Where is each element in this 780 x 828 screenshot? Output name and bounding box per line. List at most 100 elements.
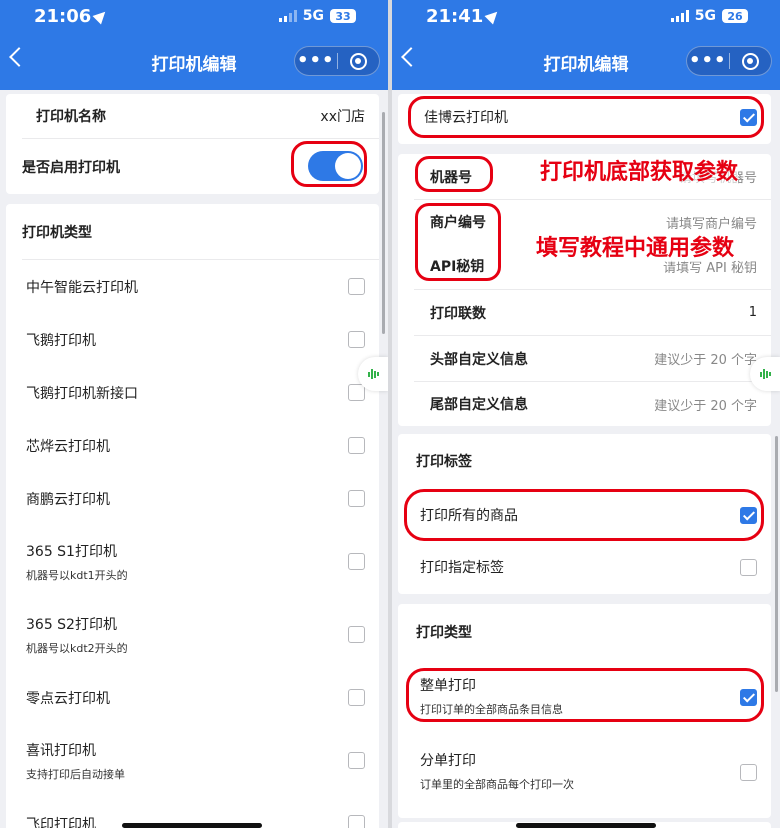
printer-type-checkbox[interactable] xyxy=(348,489,365,507)
copies-row[interactable]: 打印联数 1 xyxy=(398,290,771,335)
copies-value[interactable]: 1 xyxy=(749,305,757,320)
split-print-checkbox[interactable] xyxy=(740,764,757,781)
close-miniprogram-button[interactable] xyxy=(338,52,380,70)
printer-name-row[interactable]: 打印机名称 xx门店 xyxy=(6,94,379,138)
printer-type-desc: 机器号以kdt1开头的 xyxy=(26,568,128,582)
scrollbar[interactable] xyxy=(382,112,385,334)
printer-type-item[interactable]: 365 S2打印机 机器号以kdt2开头的 xyxy=(6,598,379,671)
nav-header: 21:41 5G 26 打印机编辑 ••• xyxy=(392,0,780,90)
footer-info-label: 尾部自定义信息 xyxy=(430,397,528,413)
footer-info-row[interactable]: 尾部自定义信息 建议少于 20 个字 xyxy=(398,382,771,426)
voice-assistant-button[interactable] xyxy=(358,357,388,391)
printer-type-label: 365 S2打印机 xyxy=(26,616,117,633)
battery-icon: 33 xyxy=(330,9,356,23)
printer-type-item[interactable]: 喜讯打印机支持打印后自动接单 xyxy=(6,724,379,797)
network-label: 5G xyxy=(694,8,716,24)
annotation-highlight-machine-no xyxy=(415,156,493,192)
section-title: 打印类型 xyxy=(416,625,472,641)
split-print-desc: 订单里的全部商品每个打印一次 xyxy=(420,778,574,791)
mini-program-capsule: ••• xyxy=(294,46,380,76)
sound-wave-icon xyxy=(367,369,379,379)
printer-type-checkbox[interactable] xyxy=(348,552,365,570)
printer-type-item[interactable]: 中午智能云打印机 xyxy=(6,260,379,313)
more-icon[interactable]: ••• xyxy=(687,47,729,75)
section-title: 打印标签 xyxy=(416,454,472,470)
print-specified-tags-checkbox[interactable] xyxy=(740,559,757,576)
copies-label: 打印联数 xyxy=(430,305,486,322)
printer-type-item[interactable]: 飞鹅打印机 xyxy=(6,313,379,366)
time-text: 21:06 xyxy=(34,6,92,27)
printer-type-label: 飞鹅打印机新接口 xyxy=(26,385,138,402)
print-specified-tags-label: 打印指定标签 xyxy=(420,560,504,576)
annotation-highlight-printer xyxy=(408,96,764,138)
printer-type-item[interactable]: 零点云打印机 xyxy=(6,671,379,724)
printer-type-checkbox[interactable] xyxy=(348,330,365,348)
printer-type-label: 商鹏云打印机 xyxy=(26,491,110,508)
annotation-highlight-toggle xyxy=(291,141,367,187)
print-type-title: 打印类型 xyxy=(398,604,771,660)
printer-type-checkbox[interactable] xyxy=(348,751,365,769)
voice-assistant-button[interactable] xyxy=(750,357,780,391)
right-screen: 21:41 5G 26 打印机编辑 ••• 佳博云打印机 机器号 请填写机器号 … xyxy=(392,0,780,828)
annotation-highlight-whole-print xyxy=(406,668,764,722)
mini-program-capsule: ••• xyxy=(686,46,772,76)
target-icon xyxy=(741,52,759,70)
annotation-tutorial-params: 填写教程中通用参数 xyxy=(536,230,735,262)
scrollbar[interactable] xyxy=(775,436,778,692)
printer-type-desc: 机器号以kdt2开头的 xyxy=(26,641,128,655)
location-arrow-icon xyxy=(92,7,110,25)
printer-type-title: 打印机类型 xyxy=(6,204,379,259)
printer-name-value: xx门店 xyxy=(320,109,365,125)
close-miniprogram-button[interactable] xyxy=(730,52,772,70)
printer-type-checkbox[interactable] xyxy=(348,625,365,643)
location-arrow-icon xyxy=(484,7,502,25)
printer-type-label: 中午智能云打印机 xyxy=(26,279,138,296)
header-info-label: 头部自定义信息 xyxy=(430,351,528,368)
printer-type-card: 打印机类型 中午智能云打印机飞鹅打印机飞鹅打印机新接口 芯烨云打印机 商鹏云打印机 3… xyxy=(6,204,379,828)
printer-type-label: 365 S1打印机 xyxy=(26,543,117,560)
split-print-label: 分单打印 xyxy=(420,753,476,769)
home-indicator xyxy=(516,823,656,828)
printer-type-checkbox[interactable] xyxy=(348,277,365,295)
status-time: 21:06 xyxy=(34,6,110,27)
more-icon[interactable]: ••• xyxy=(295,47,337,75)
printer-type-item[interactable]: 芯烨云打印机 xyxy=(6,419,379,472)
printer-type-label: 飞印打印机 xyxy=(26,816,96,828)
split-print-row[interactable]: 分单打印 订单里的全部商品每个打印一次 xyxy=(398,740,771,802)
printer-type-checkbox[interactable] xyxy=(348,814,365,828)
enable-printer-label: 是否启用打印机 xyxy=(22,159,120,176)
printer-type-label: 喜讯打印机 xyxy=(26,742,96,759)
annotation-bottom-params: 打印机底部获取参数 xyxy=(540,154,739,186)
battery-icon: 26 xyxy=(722,9,748,23)
home-indicator xyxy=(122,823,262,828)
printer-type-desc: 支持打印后自动接单 xyxy=(26,767,125,781)
print-tags-title: 打印标签 xyxy=(398,434,771,488)
network-label: 5G xyxy=(302,8,324,24)
signal-icon xyxy=(670,10,689,22)
header-info-input[interactable]: 建议少于 20 个字 xyxy=(654,349,757,368)
nav-header: 21:06 5G 33 打印机编辑 ••• xyxy=(0,0,388,90)
printer-type-item[interactable]: 商鹏云打印机 xyxy=(6,472,379,525)
signal-icon xyxy=(278,10,297,22)
left-screen: 21:06 5G 33 打印机编辑 ••• 打印机名称 xx门店 是否启用打印机… xyxy=(0,0,388,828)
footer-info-input[interactable]: 建议少于 20 个字 xyxy=(654,395,757,414)
annotation-highlight-merchant-api xyxy=(415,203,501,281)
time-text: 21:41 xyxy=(426,6,484,27)
printer-type-item[interactable]: 飞鹅打印机新接口 xyxy=(6,366,379,419)
printer-type-label: 芯烨云打印机 xyxy=(26,438,110,455)
printer-type-checkbox[interactable] xyxy=(348,436,365,454)
annotation-highlight-all-goods xyxy=(404,489,764,541)
target-icon xyxy=(349,52,367,70)
merchant-no-input[interactable]: 请填写商户编号 xyxy=(666,213,757,232)
sound-wave-icon xyxy=(759,369,771,379)
printer-name-label: 打印机名称 xyxy=(36,109,106,125)
printer-type-checkbox[interactable] xyxy=(348,688,365,706)
section-title: 打印机类型 xyxy=(22,224,92,241)
print-specified-tags-row[interactable]: 打印指定标签 xyxy=(398,542,771,592)
printer-type-label: 零点云打印机 xyxy=(26,690,110,707)
header-info-row[interactable]: 头部自定义信息 建议少于 20 个字 xyxy=(398,336,771,381)
status-indicators: 5G 33 xyxy=(278,8,356,24)
printer-params-card: 机器号 请填写机器号 商户编号 请填写商户编号 API秘钥 请填写 API 秘钥… xyxy=(398,154,771,426)
printer-type-item[interactable]: 365 S1打印机 机器号以kdt1开头的 xyxy=(6,525,379,598)
status-time: 21:41 xyxy=(426,6,502,27)
